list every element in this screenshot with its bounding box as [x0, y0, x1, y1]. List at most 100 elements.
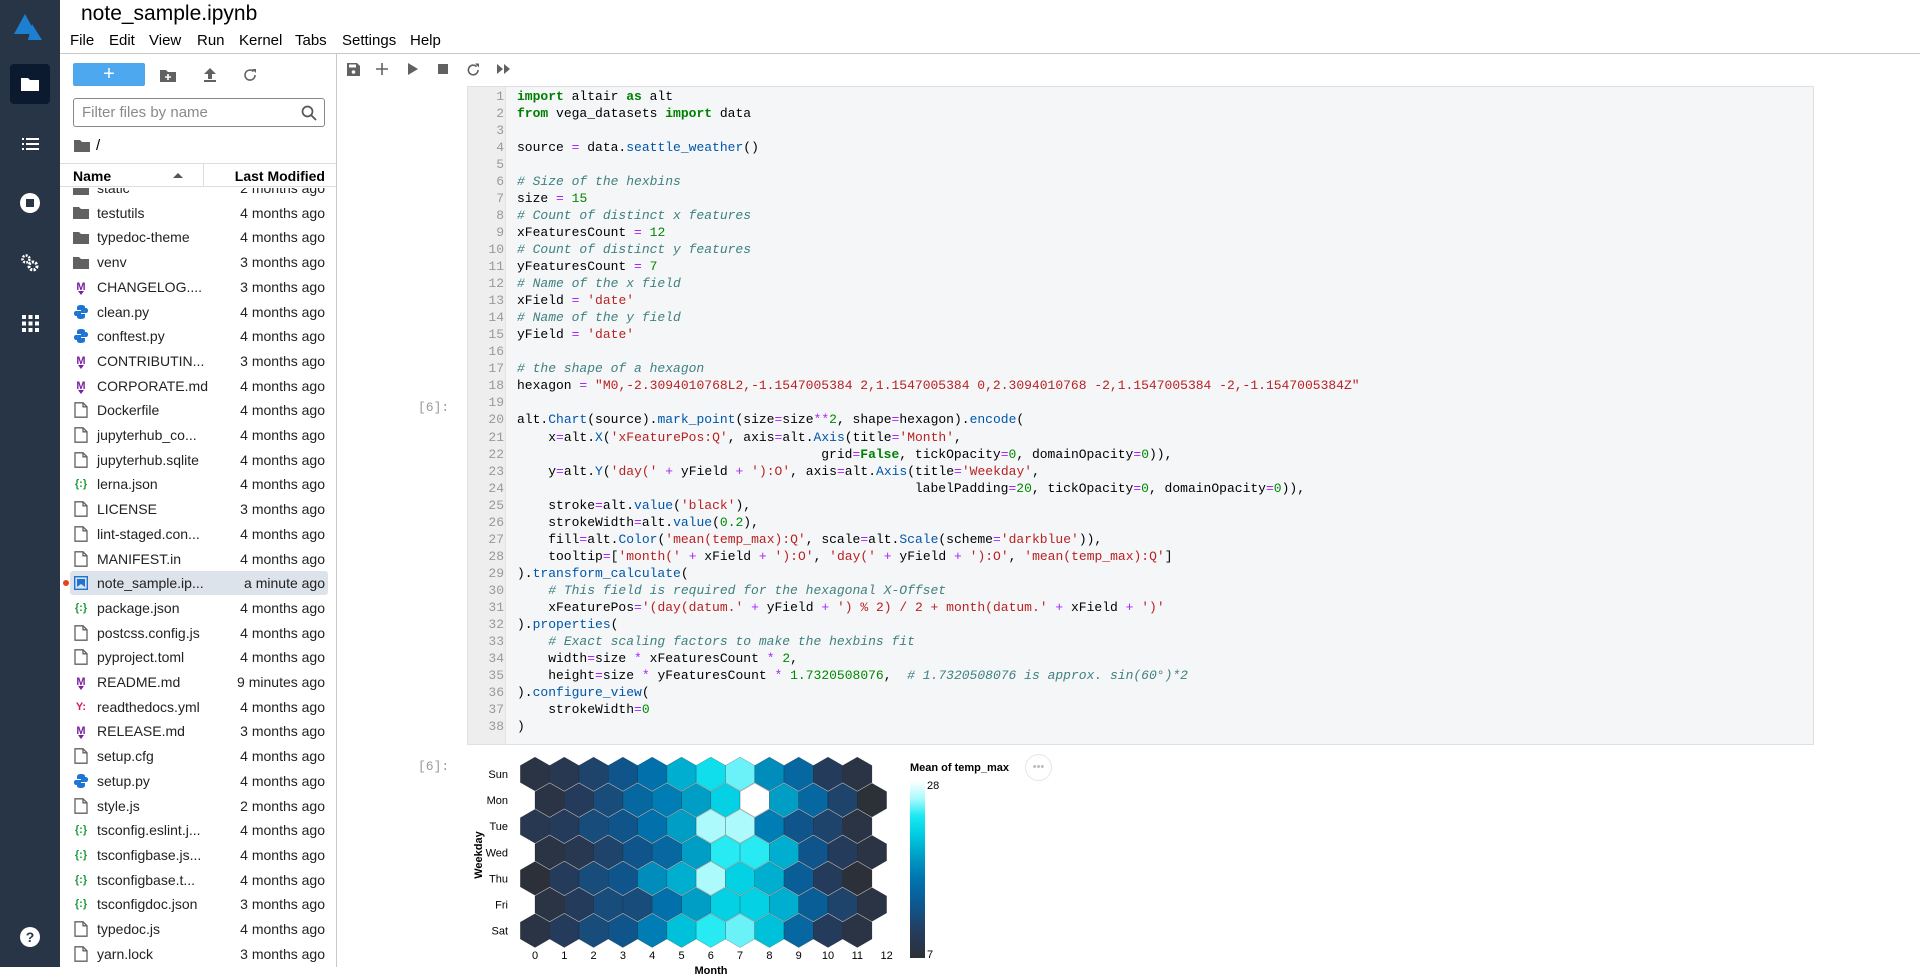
- file-name: tsconfig.eslint.j...: [97, 822, 201, 839]
- extension-manager-tab[interactable]: [10, 303, 50, 343]
- file-row-file[interactable]: LICENSE 3 months ago: [70, 497, 328, 521]
- file-row-file[interactable]: jupyterhub_co... 4 months ago: [70, 423, 328, 447]
- file-row-markdown[interactable]: M CONTRIBUTIN... 3 months ago: [70, 349, 328, 373]
- code-token: ),: [735, 497, 752, 513]
- table-of-contents-tab[interactable]: [10, 124, 50, 164]
- interrupt-kernel-button[interactable]: [434, 61, 452, 77]
- save-button[interactable]: [344, 61, 362, 77]
- menu-edit[interactable]: Edit: [109, 32, 135, 49]
- column-divider[interactable]: [203, 164, 204, 187]
- code-token: data.: [579, 139, 627, 155]
- code-token: # Count of distinct y features: [517, 241, 752, 257]
- new-folder-button[interactable]: [158, 66, 178, 84]
- filter-files-field[interactable]: [73, 98, 325, 127]
- file-row-file[interactable]: postcss.config.js 4 months ago: [70, 621, 328, 645]
- file-row-json[interactable]: {:} tsconfigbase.t... 4 months ago: [70, 868, 328, 892]
- insert-cell-button[interactable]: [373, 61, 391, 77]
- code-token: 'month(': [618, 548, 681, 564]
- file-row-file[interactable]: MANIFEST.in 4 months ago: [70, 547, 328, 571]
- file-row-json[interactable]: {:} tsconfigdoc.json 3 months ago: [70, 892, 328, 916]
- file-row-file[interactable]: pyproject.toml 4 months ago: [70, 645, 328, 669]
- new-launcher-button[interactable]: +: [73, 63, 145, 86]
- home-folder-icon[interactable]: [74, 139, 90, 152]
- code-token: ),: [743, 514, 759, 530]
- property-inspector-tab[interactable]: [10, 243, 50, 283]
- menu-kernel[interactable]: Kernel: [239, 32, 282, 49]
- code-token: ,: [813, 548, 830, 564]
- file-row-folder[interactable]: typedoc-theme 4 months ago: [70, 225, 328, 249]
- file-browser-tab[interactable]: [10, 64, 50, 104]
- menu-help[interactable]: Help: [410, 32, 441, 49]
- code-token: ).: [517, 685, 533, 701]
- code-token: seattle_weather: [626, 139, 744, 155]
- code-cell-editor[interactable]: 1 import altair as alt 2 from vega_datasets…: [467, 86, 1814, 745]
- menu-bar: File Edit View Run Kernel Tabs Settings …: [60, 28, 1920, 54]
- file-name: jupyterhub_co...: [97, 427, 197, 443]
- code-token: yFeaturesCount: [517, 259, 635, 274]
- breadcrumb-root[interactable]: /: [96, 137, 100, 154]
- file-row-file[interactable]: style.js 2 months ago: [70, 794, 328, 818]
- refresh-button[interactable]: [240, 66, 260, 84]
- code-token: alt.: [563, 429, 596, 445]
- file-row-file[interactable]: Dockerfile 4 months ago: [70, 398, 328, 422]
- code-line: strokeWidth=0: [517, 701, 649, 718]
- file-row-markdown[interactable]: M CORPORATE.md 4 months ago: [70, 374, 328, 398]
- help-button[interactable]: ?: [10, 917, 50, 957]
- code-token: '):O': [969, 548, 1009, 564]
- file-row-json[interactable]: {:} lerna.json 4 months ago: [70, 472, 328, 496]
- file-row-markdown[interactable]: M README.md 9 minutes ago: [70, 670, 328, 694]
- column-name[interactable]: Name: [73, 168, 111, 184]
- file-icon: [73, 427, 89, 443]
- code-token: tooltip: [517, 548, 603, 564]
- menu-settings[interactable]: Settings: [342, 32, 396, 49]
- code-token: 'Weekday': [961, 463, 1033, 479]
- menu-run[interactable]: Run: [197, 32, 225, 49]
- file-row-file[interactable]: jupyterhub.sqlite 4 months ago: [70, 448, 328, 472]
- code-token: data: [712, 105, 752, 121]
- line-number: 8: [496, 207, 504, 223]
- code-token: # This field is required for the hexagon…: [548, 582, 947, 598]
- line-number: 18: [488, 378, 504, 394]
- restart-run-all-button[interactable]: [494, 61, 512, 77]
- file-row-folder[interactable]: static 2 months ago: [70, 188, 328, 200]
- file-row-python[interactable]: conftest.py 4 months ago: [70, 324, 328, 348]
- restart-kernel-button[interactable]: [464, 61, 482, 77]
- filter-files-input[interactable]: [82, 104, 282, 121]
- menu-view[interactable]: View: [149, 32, 181, 49]
- line-number: 38: [488, 719, 504, 735]
- file-row-file[interactable]: yarn.lock 3 months ago: [70, 942, 328, 966]
- file-row-json[interactable]: {:} package.json 4 months ago: [70, 596, 328, 620]
- column-last-modified[interactable]: Last Modified: [235, 168, 325, 184]
- file-row-json[interactable]: {:} tsconfig.eslint.j... 4 months ago: [70, 818, 328, 842]
- running-sessions-tab[interactable]: [10, 183, 50, 223]
- file-row-json[interactable]: {:} tsconfigbase.js... 4 months ago: [70, 843, 328, 867]
- title-bar: note_sample.ipynb: [60, 0, 1920, 28]
- code-line: # Name of the x field: [517, 275, 681, 292]
- file-icon: [73, 748, 89, 764]
- hexbin-chart: SunMonTueWedThuFriSat0 1 2 3 4 5 6 7 8 9 10 11 12Wee…: [473, 756, 1010, 977]
- code-token: 'day(': [829, 548, 876, 564]
- file-row-folder[interactable]: venv 3 months ago: [70, 250, 328, 274]
- chart-actions-button[interactable]: •••: [1025, 754, 1052, 781]
- upload-button[interactable]: [200, 66, 220, 84]
- file-row-folder[interactable]: testutils 4 months ago: [70, 201, 328, 225]
- menu-file[interactable]: File: [70, 32, 94, 49]
- file-row-yaml[interactable]: Y: readthedocs.yml 4 months ago: [70, 695, 328, 719]
- code-token: =: [1133, 480, 1142, 496]
- file-row-notebook[interactable]: note_sample.ip... a minute ago: [63, 571, 328, 596]
- file-modified: 4 months ago: [240, 698, 325, 715]
- file-row-python[interactable]: setup.py 4 months ago: [70, 769, 328, 793]
- file-modified: 2 months ago: [240, 188, 325, 196]
- menu-tabs[interactable]: Tabs: [295, 32, 327, 49]
- file-modified: 4 months ago: [240, 624, 325, 641]
- code-token: 20: [1016, 480, 1032, 496]
- file-row-markdown[interactable]: M CHANGELOG.... 3 months ago: [70, 275, 328, 299]
- file-row-file[interactable]: setup.cfg 4 months ago: [70, 744, 328, 768]
- file-row-python[interactable]: clean.py 4 months ago: [70, 300, 328, 324]
- file-row-file[interactable]: lint-staged.con... 4 months ago: [70, 522, 328, 546]
- file-row-file[interactable]: typedoc.js 4 months ago: [70, 917, 328, 941]
- code-token: width: [517, 651, 588, 667]
- code-token: ,: [790, 651, 798, 667]
- run-cell-button[interactable]: [404, 61, 422, 77]
- file-row-markdown[interactable]: M RELEASE.md 3 months ago: [70, 719, 328, 743]
